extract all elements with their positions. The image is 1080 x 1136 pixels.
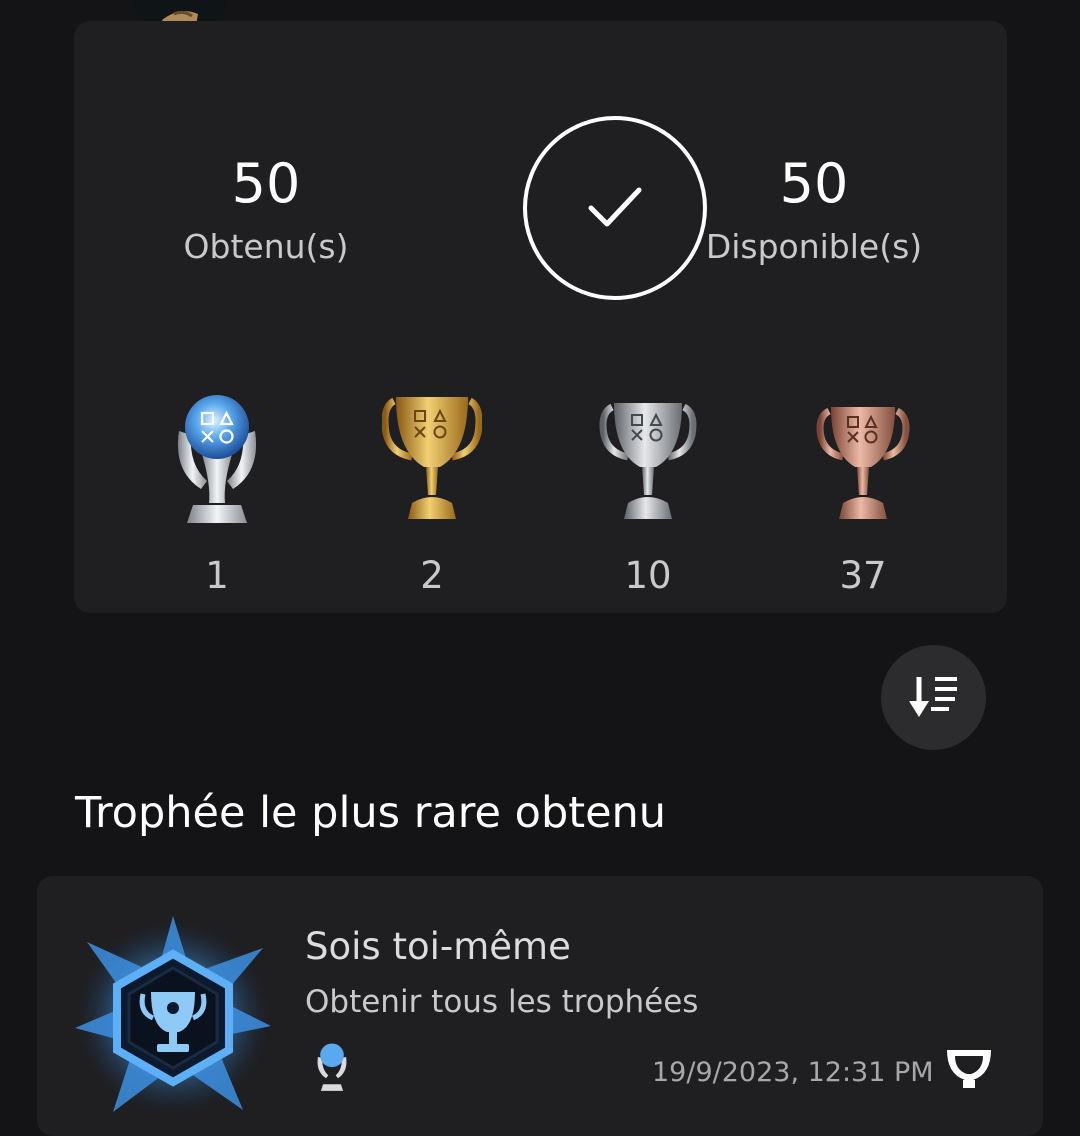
gold-trophy-icon (382, 397, 482, 519)
silver-count: 10 (624, 554, 672, 597)
rarest-trophy-name: Sois toi-même (305, 925, 571, 968)
platinum-count: 1 (205, 554, 229, 597)
trophy-count-gold: 2 (342, 391, 522, 601)
earned-count: 50 (231, 152, 301, 215)
trophy-count-platinum: 1 (127, 391, 307, 601)
rarest-trophy-image (75, 916, 271, 1114)
available-label: Disponible(s) (705, 227, 923, 266)
completion-ring (523, 116, 707, 300)
trophy-icon (947, 1050, 991, 1088)
sort-descending-icon (909, 677, 957, 717)
trophy-summary-card: 50 Obtenu(s) 50 Disponible(s) 1 2 10 37 (74, 21, 1007, 613)
sort-button[interactable] (881, 645, 986, 750)
earned-label: Obtenu(s) (183, 227, 349, 266)
available-count: 50 (779, 152, 849, 215)
rarest-section-title: Trophée le plus rare obtenu (75, 788, 667, 838)
gold-count: 2 (420, 554, 444, 597)
trophy-count-bronze: 37 (773, 391, 953, 601)
rarest-trophy-description: Obtenir tous les trophées (305, 984, 699, 1020)
checkmark-icon (588, 187, 642, 227)
rarest-trophy-card[interactable]: Sois toi-même Obtenir tous les trophées … (37, 876, 1043, 1136)
platinum-trophy-icon (177, 395, 257, 523)
trophy-count-silver: 10 (558, 391, 738, 601)
rarest-trophy-date: 19/9/2023, 12:31 PM (652, 1057, 934, 1088)
bronze-count: 37 (839, 554, 887, 597)
bronze-trophy-icon (816, 407, 910, 519)
platinum-trophy-icon (317, 1043, 347, 1091)
silver-trophy-icon (599, 403, 697, 519)
